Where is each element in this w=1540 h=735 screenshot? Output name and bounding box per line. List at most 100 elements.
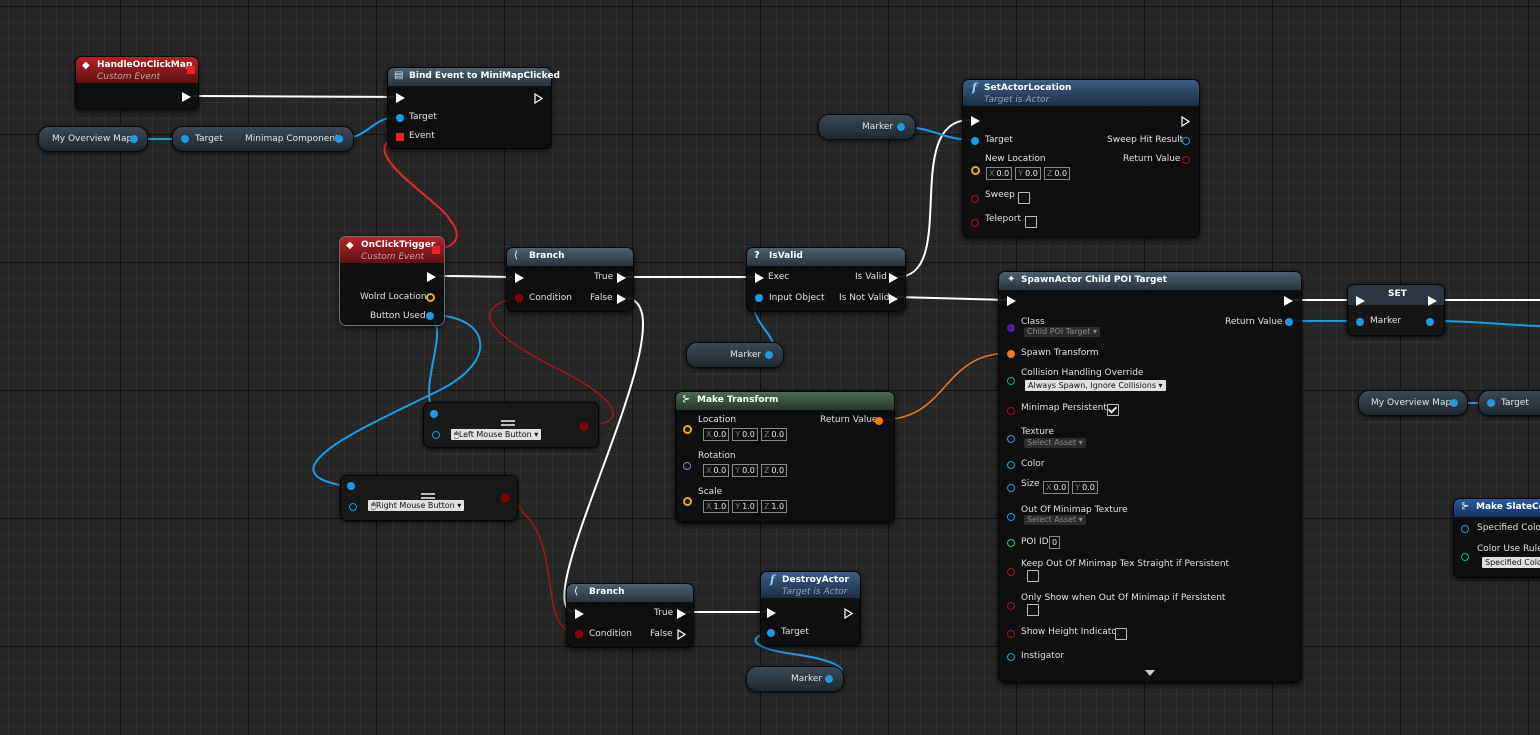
handle-on-click-map-node[interactable]: ◆ HandleOnClickMap Custom Event (75, 56, 199, 110)
make-transform-node[interactable]: ⊱ Make Transform Location X 0.0 Y 0.0 Z 0.0… (675, 391, 895, 523)
variable-output-pin[interactable] (897, 123, 905, 131)
is-valid-node[interactable]: ? IsValid Exec Is Valid Input Object Is … (746, 247, 906, 312)
scale-z[interactable]: Z 1.0 (760, 500, 788, 513)
keep-out-checkbox[interactable] (1027, 570, 1039, 582)
target-pin[interactable] (767, 629, 775, 637)
out-texture-asset-dropdown[interactable]: Select Asset ▾ (1024, 515, 1086, 525)
location-x[interactable]: X 0.0 (703, 428, 730, 441)
location-pin[interactable] (683, 425, 692, 434)
expand-arrow-icon[interactable] (1145, 670, 1155, 676)
exec-output-pin[interactable] (1428, 296, 1437, 306)
condition-pin[interactable] (575, 630, 583, 638)
only-show-checkbox[interactable] (1027, 604, 1039, 616)
location-z[interactable]: Z 0.0 (760, 428, 788, 441)
keep-out-pin[interactable] (1007, 568, 1015, 576)
color-use-rule-dropdown[interactable]: Specified Colo (1482, 557, 1540, 568)
event-pin[interactable] (396, 133, 404, 141)
rotation-y[interactable]: Y 0.0 (732, 464, 758, 477)
target-pin[interactable] (971, 137, 979, 145)
result-pin[interactable] (501, 494, 509, 502)
false-output-pin[interactable] (677, 629, 686, 640)
instigator-pin[interactable] (1007, 653, 1015, 661)
scale-pin[interactable] (683, 497, 692, 506)
result-pin[interactable] (580, 422, 588, 430)
return-value-pin[interactable] (1182, 156, 1190, 164)
exec-input-pin[interactable] (1007, 296, 1016, 306)
variable-output-pin[interactable] (825, 675, 833, 683)
branch-node[interactable]: ⟨ Branch True Condition False (566, 583, 694, 648)
output-pin[interactable] (335, 135, 343, 143)
input-a-pin[interactable] (347, 482, 355, 490)
show-height-pin[interactable] (1007, 630, 1015, 638)
input-b-pin[interactable] (349, 503, 357, 511)
exec-output-pin[interactable] (427, 272, 436, 282)
show-height-checkbox[interactable] (1115, 628, 1127, 640)
location-y[interactable]: Y 0.0 (732, 428, 758, 441)
poi-id-field[interactable]: 0 (1049, 536, 1061, 549)
texture-asset-dropdown[interactable]: Select Asset ▾ (1024, 438, 1086, 448)
sweep-pin[interactable] (971, 195, 979, 203)
equal-left-node[interactable]: 🖱Left Mouse Button ▾ (423, 402, 599, 448)
vector-y-field[interactable]: Y 0.0 (1015, 167, 1041, 180)
condition-pin[interactable] (515, 294, 523, 302)
size-vector[interactable]: X 0.0 Y 0.0 (1043, 481, 1098, 494)
size-y-field[interactable]: Y 0.0 (1072, 481, 1098, 494)
marker-output-pin[interactable] (1426, 318, 1434, 326)
only-show-pin[interactable] (1007, 602, 1015, 610)
new-location-vector[interactable]: X 0.0 Y 0.0 Z 0.0 (986, 167, 1071, 180)
input-object-pin[interactable] (755, 294, 763, 302)
right-mouse-button-dropdown[interactable]: 🖱Right Mouse Button ▾ (368, 500, 465, 511)
location-vector[interactable]: X 0.0 Y 0.0 Z 0.0 (703, 428, 788, 441)
my-overview-map-variable[interactable]: My Overview Map (1358, 390, 1468, 416)
on-click-trigger-node[interactable]: ◆ OnClickTrigger Custom Event Wolrd Loca… (339, 236, 445, 326)
color-pin[interactable] (1007, 461, 1015, 469)
target-pin[interactable] (396, 114, 404, 122)
return-value-pin[interactable] (1285, 318, 1293, 326)
scale-x[interactable]: X 1.0 (703, 500, 730, 513)
delegate-output-pin[interactable] (187, 66, 195, 74)
vector-x-field[interactable]: X 0.0 (986, 167, 1013, 180)
scale-y[interactable]: Y 1.0 (732, 500, 758, 513)
minimap-persistent-checkbox[interactable] (1107, 404, 1119, 416)
exec-input-pin[interactable] (767, 608, 776, 618)
set-actor-location-node[interactable]: f SetActorLocation Target is Actor Targe… (962, 79, 1200, 238)
class-dropdown[interactable]: Child POI Target ▾ (1024, 327, 1101, 337)
exec-input-pin[interactable] (971, 116, 980, 126)
out-texture-pin[interactable] (1007, 513, 1015, 521)
exec-input-pin[interactable] (755, 273, 764, 283)
color-use-rule-pin[interactable] (1461, 553, 1469, 561)
true-output-pin[interactable] (617, 273, 626, 283)
variable-output-pin[interactable] (1450, 399, 1458, 407)
delegate-output-pin[interactable] (432, 246, 440, 254)
vector-z-field[interactable]: Z 0.0 (1043, 167, 1071, 180)
destroy-actor-node[interactable]: f DestroyActor Target is Actor Target (760, 571, 861, 646)
marker-variable[interactable]: Marker (818, 114, 916, 140)
target-getter-node[interactable]: Target (1478, 390, 1540, 416)
texture-pin[interactable] (1007, 435, 1015, 443)
exec-input-pin[interactable] (575, 609, 584, 619)
target-pin[interactable] (181, 135, 189, 143)
true-output-pin[interactable] (677, 609, 686, 619)
input-a-pin[interactable] (430, 410, 438, 418)
exec-output-pin[interactable] (1181, 116, 1190, 127)
exec-output-pin[interactable] (1284, 296, 1293, 306)
spawn-transform-pin[interactable] (1007, 350, 1015, 358)
poi-id-pin[interactable] (1007, 539, 1015, 547)
make-slate-color-node[interactable]: ⊱ Make SlateColo Specified Color Color U… (1453, 498, 1540, 578)
size-x-field[interactable]: X 0.0 (1043, 481, 1070, 494)
variable-output-pin[interactable] (765, 351, 773, 359)
minimap-component-getter[interactable]: Target Minimap Component (172, 126, 354, 152)
is-not-valid-output-pin[interactable] (889, 294, 898, 304)
teleport-checkbox[interactable] (1025, 216, 1037, 228)
exec-input-pin[interactable] (1356, 296, 1365, 306)
world-location-pin[interactable] (426, 293, 435, 302)
sweep-hit-pin[interactable] (1182, 137, 1190, 145)
scale-vector[interactable]: X 1.0 Y 1.0 Z 1.0 (703, 500, 788, 513)
exec-output-pin[interactable] (534, 93, 543, 104)
is-valid-output-pin[interactable] (889, 273, 898, 283)
bind-event-node[interactable]: ▤ Bind Event to MiniMapClicked Target Ev… (387, 67, 560, 149)
exec-input-pin[interactable] (396, 93, 405, 103)
input-b-pin[interactable] (432, 431, 440, 439)
equal-right-node[interactable]: 🖱Right Mouse Button ▾ (340, 475, 518, 521)
collision-dropdown[interactable]: Always Spawn, Ignore Collisions ▾ (1025, 380, 1166, 391)
